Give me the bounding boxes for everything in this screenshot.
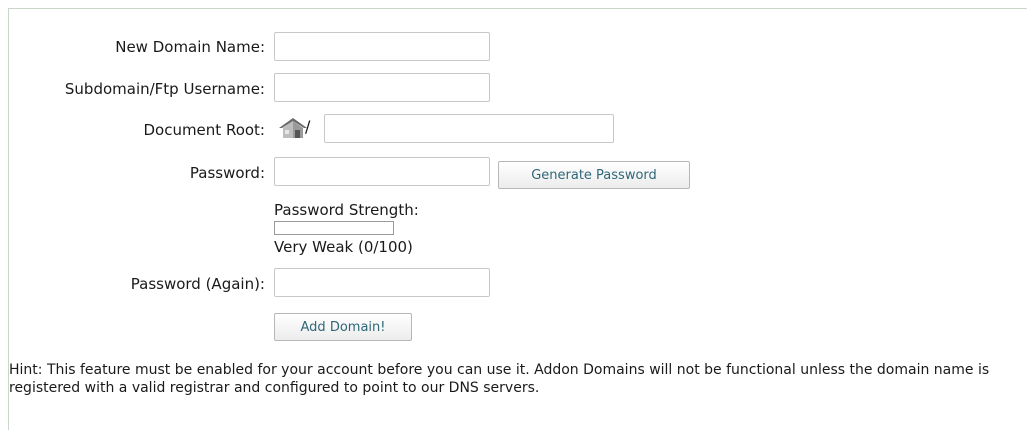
password-input[interactable] <box>274 157 490 186</box>
document-root-label: Document Root: <box>143 121 265 139</box>
document-root-prefix: / <box>305 117 311 136</box>
new-domain-input[interactable] <box>274 32 490 61</box>
subdomain-label: Subdomain/Ftp Username: <box>64 80 265 98</box>
password-label: Password: <box>189 164 265 182</box>
document-root-input[interactable] <box>324 114 614 143</box>
password-strength-text: Very Weak (0/100) <box>274 238 413 256</box>
add-domain-button[interactable]: Add Domain! <box>274 313 412 341</box>
generate-password-button[interactable]: Generate Password <box>498 161 690 189</box>
new-domain-label: New Domain Name: <box>115 38 265 56</box>
password-again-input[interactable] <box>274 268 490 297</box>
password-again-label: Password (Again): <box>130 275 265 293</box>
password-strength-meter <box>274 221 394 235</box>
hint-text: Hint: This feature must be enabled for y… <box>9 362 990 396</box>
password-strength-label: Password Strength: <box>274 201 419 219</box>
subdomain-input[interactable] <box>274 73 490 102</box>
